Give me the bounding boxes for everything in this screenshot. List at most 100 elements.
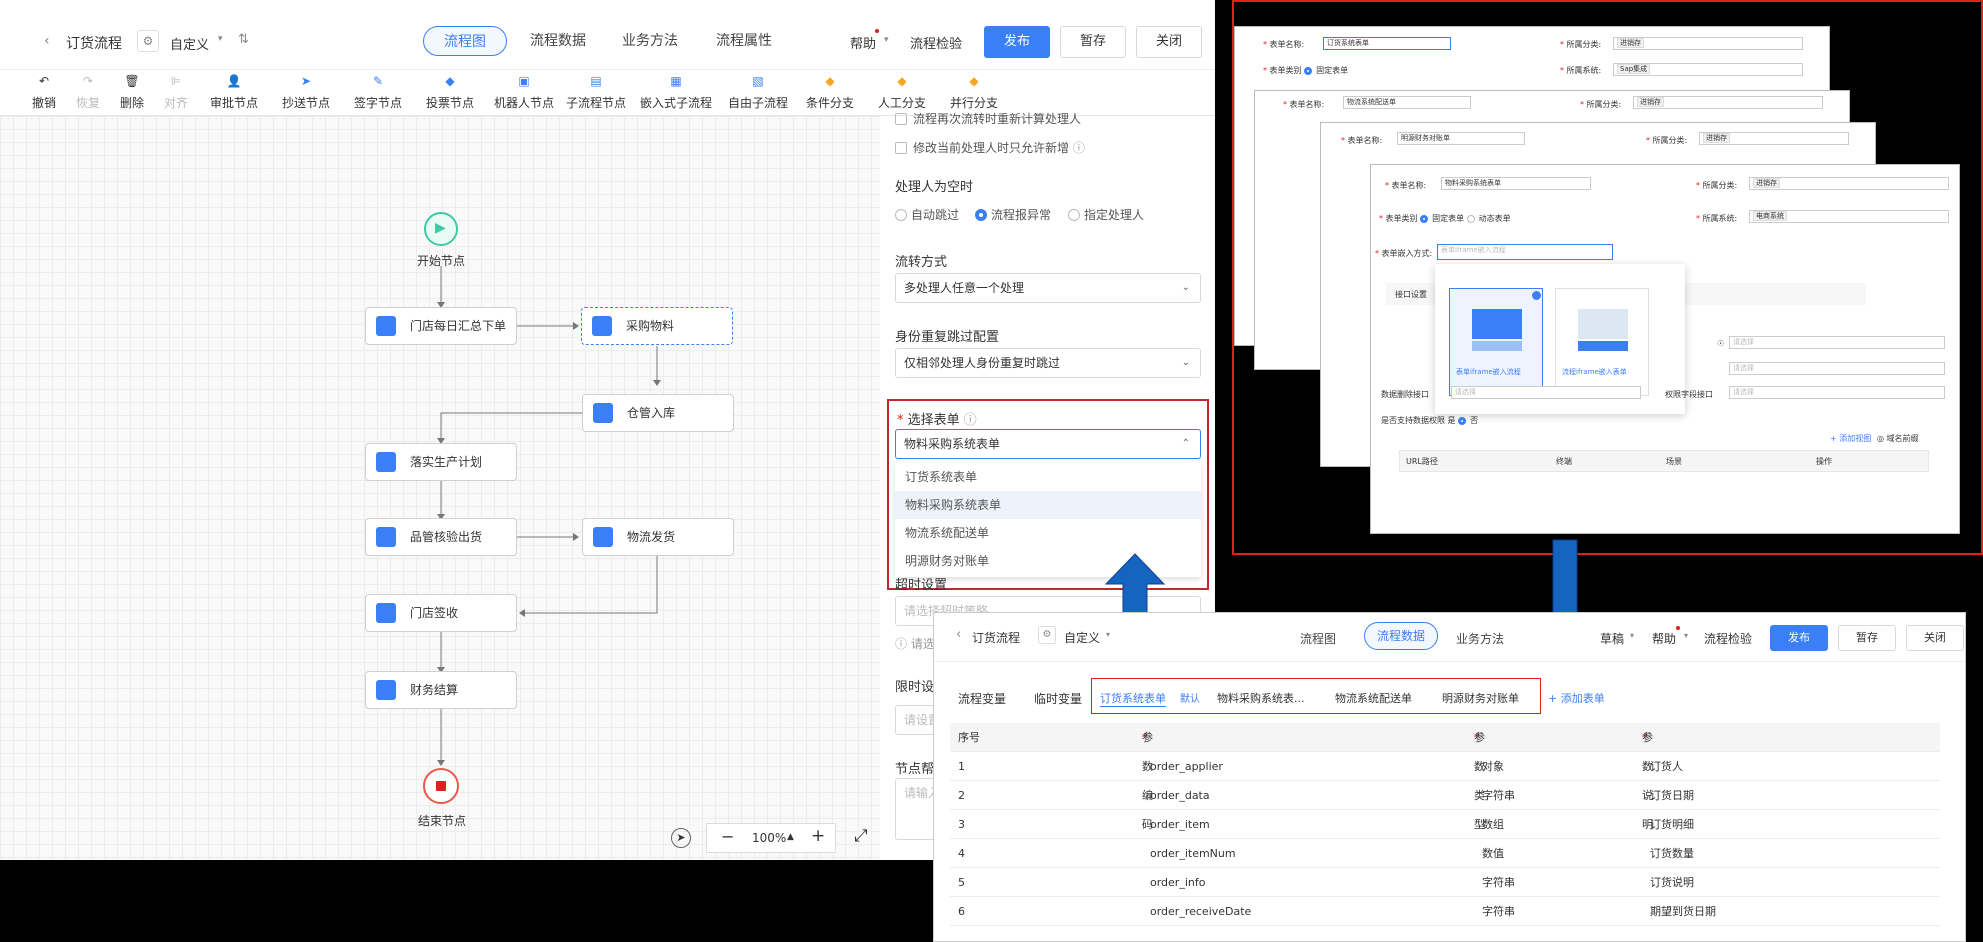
radio-circle[interactable] [1466, 215, 1475, 223]
data-delete-select[interactable]: 请选择 [1451, 386, 1641, 399]
form-tab-finance[interactable]: 明源财务对账单 [1442, 690, 1519, 706]
form-name-input[interactable]: 物料采购系统表单 [1441, 177, 1591, 190]
mode-select[interactable]: 自定义 [170, 34, 209, 53]
node-finance[interactable]: 财务结算 [365, 671, 517, 709]
dup-skip-select[interactable]: 仅相邻处理人身份重复时跳过 ⌄ [895, 348, 1201, 378]
system-input[interactable]: Sap集成 [1613, 63, 1803, 76]
tab-business-methods[interactable]: 业务方法 [612, 26, 688, 56]
tab-flowchart[interactable]: 流程图 [423, 26, 507, 56]
category-input[interactable]: 进销存 [1699, 132, 1849, 145]
table-row[interactable]: 5 order_info 字符串 订货说明 [950, 868, 1940, 897]
table-row[interactable]: 2 order_data 字符串 订货日期 [950, 781, 1940, 810]
chevron-down-icon[interactable]: ▾ [1106, 630, 1110, 639]
radio-assign-handler[interactable]: 指定处理人 [1068, 206, 1144, 223]
chevron-down-icon[interactable]: ▾ [1630, 631, 1634, 640]
checkbox[interactable] [895, 142, 907, 154]
chevron-down-icon[interactable]: ▾ [218, 34, 223, 44]
node-logistics[interactable]: 物流发货 [582, 518, 734, 556]
radio-circle-selected[interactable] [1304, 67, 1313, 75]
tab-flowchart[interactable]: 流程图 [1300, 630, 1336, 647]
node-purchase[interactable]: 采购物料 [581, 307, 733, 345]
flow-mode-select[interactable]: 多处理人任意一个处理 ⌄ [895, 273, 1201, 303]
mode-select[interactable]: 自定义 [1064, 629, 1100, 646]
field-select[interactable]: 请选择 [1729, 336, 1945, 349]
node-warehouse[interactable]: 仓管入库 [582, 394, 734, 432]
form-name-input[interactable]: 明源财务对账单 [1397, 132, 1525, 145]
embed-select[interactable]: 表单iframe嵌入流程 [1437, 244, 1613, 260]
draft-select[interactable]: 草稿 [1600, 630, 1624, 647]
category-input[interactable]: 进销存 [1613, 37, 1803, 50]
gear-icon[interactable]: ⚙ [137, 30, 159, 52]
zoom-level[interactable]: 100% [752, 831, 786, 845]
form-tab-logistics[interactable]: 物流系统配送单 [1335, 690, 1412, 706]
embedded-subflow-tool[interactable]: ▦ 嵌入式子流程 [638, 74, 714, 111]
domain-toggle[interactable]: ◎ 域名前缀 [1877, 433, 1919, 444]
sort-icon[interactable]: ⇅ [238, 32, 249, 47]
save-draft-button[interactable]: 暂存 [1060, 26, 1126, 58]
vote-node-tool[interactable]: ◆ 投票节点 [420, 74, 480, 111]
update-select[interactable]: 请选择 [1729, 362, 1945, 375]
zoom-caret-icon[interactable]: ▲ [787, 832, 794, 842]
condition-branch-tool[interactable]: ◆ 条件分支 [800, 74, 860, 111]
end-node[interactable] [423, 768, 459, 804]
help-link[interactable]: 帮助 [1652, 630, 1676, 647]
tab-flow-properties[interactable]: 流程属性 [706, 26, 782, 56]
tab-flow-data[interactable]: 流程数据 [520, 26, 596, 56]
help-icon[interactable]: ⓘ [1073, 141, 1085, 155]
back-icon[interactable]: ‹ [44, 33, 50, 49]
checkbox[interactable] [895, 113, 907, 125]
form-option[interactable]: 物流系统配送单 [895, 519, 1201, 547]
gear-icon[interactable]: ⚙ [1038, 626, 1056, 644]
form-tab-order[interactable]: 订货系统表单 [1100, 690, 1166, 707]
approval-node-tool[interactable]: 👤 审批节点 [204, 74, 264, 111]
zoom-out-icon[interactable]: − [721, 827, 734, 846]
close-button[interactable]: 关闭 [1136, 26, 1202, 58]
zoom-in-icon[interactable]: + [811, 826, 825, 846]
add-form-button[interactable]: + 添加表单 [1548, 690, 1605, 706]
subtab-temp-vars[interactable]: 临时变量 [1034, 690, 1082, 707]
node-store-sign[interactable]: 门店签收 [365, 594, 517, 632]
node-store-order[interactable]: 门店每日汇总下单 [365, 307, 517, 345]
radio-auto-skip[interactable]: 自动跳过 [895, 206, 959, 223]
parallel-branch-tool[interactable]: ◆ 并行分支 [944, 74, 1004, 111]
free-subflow-tool[interactable]: ▧ 自由子流程 [720, 74, 796, 111]
form-name-input[interactable]: 订货系统表单 [1323, 37, 1451, 50]
radio-circle-selected[interactable] [1420, 215, 1429, 223]
table-row[interactable]: 3 order_item 数组 订货明细 [950, 810, 1940, 839]
table-row[interactable]: 4 order_itemNum 数值 订货数量 [950, 839, 1940, 868]
cc-node-tool[interactable]: ➤ 抄送节点 [276, 74, 336, 111]
form-option[interactable]: 订货系统表单 [895, 463, 1201, 491]
close-button[interactable]: 关闭 [1906, 625, 1964, 651]
fullscreen-icon[interactable]: ⤢ [854, 826, 868, 846]
option-form-iframe[interactable]: 表单iframe嵌入流程 [1449, 288, 1543, 396]
perm-field-select[interactable]: 请选择 [1729, 386, 1945, 399]
check-button[interactable]: 流程检验 [1704, 630, 1752, 647]
category-input[interactable]: 进销存 [1633, 96, 1823, 109]
system-input[interactable]: 电商系统 [1749, 210, 1949, 223]
subtab-flow-vars[interactable]: 流程变量 [958, 690, 1006, 707]
start-node[interactable]: ▶ [424, 212, 458, 246]
navigate-icon[interactable]: ➤ [671, 828, 691, 848]
table-row[interactable]: 1 order_applier 对象 订货人 [950, 752, 1940, 781]
help-icon[interactable]: ⓘ [964, 413, 977, 428]
sign-node-tool[interactable]: ✎ 签字节点 [348, 74, 408, 111]
robot-node-tool[interactable]: ▣ 机器人节点 [492, 74, 556, 111]
form-select[interactable]: 物料采购系统表单 ⌃ [895, 429, 1201, 459]
category-input[interactable]: 进销存 [1749, 177, 1949, 190]
node-production[interactable]: 落实生产计划 [365, 443, 517, 481]
form-tab-purchase[interactable]: 物料采购系统表... [1217, 690, 1305, 706]
publish-button[interactable]: 发布 [984, 26, 1050, 58]
tab-flow-data[interactable]: 流程数据 [1364, 622, 1438, 650]
table-row[interactable]: 6 order_receiveDate 字符串 期望到货日期 [950, 897, 1940, 926]
form-option-selected[interactable]: 物料采购系统表单 [895, 491, 1201, 519]
option-recalc[interactable]: 流程再次流转时重新计算处理人 [895, 110, 1081, 127]
option-add-only[interactable]: 修改当前处理人时只允许新增 ⓘ [895, 139, 1085, 156]
manual-branch-tool[interactable]: ◆ 人工分支 [872, 74, 932, 111]
tab-business-methods[interactable]: 业务方法 [1456, 630, 1504, 647]
help-link[interactable]: 帮助 [850, 33, 876, 52]
option-flow-iframe[interactable]: 流程iframe嵌入表单 [1555, 288, 1649, 396]
save-draft-button[interactable]: 暂存 [1838, 625, 1896, 651]
radio-report-error[interactable]: 流程报异常 [975, 206, 1051, 223]
subflow-node-tool[interactable]: ▤ 子流程节点 [564, 74, 628, 111]
back-icon[interactable]: ‹ [956, 627, 961, 642]
